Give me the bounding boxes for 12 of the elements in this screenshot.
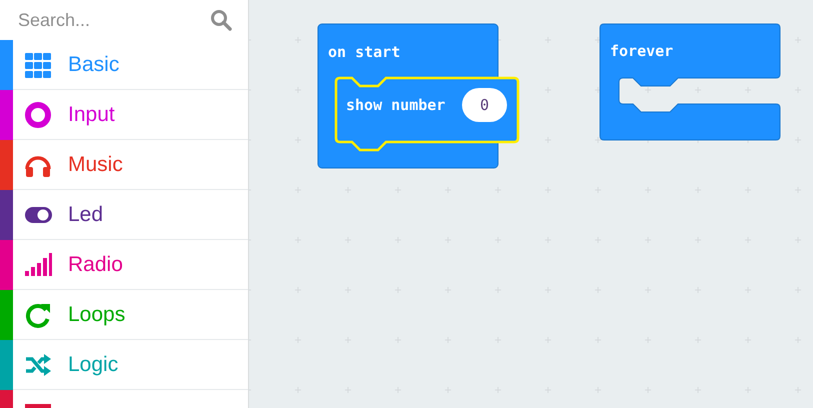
category-item[interactable]: Loops [0, 290, 248, 340]
block-label: forever [610, 42, 674, 60]
block-label: on start [328, 43, 400, 61]
category-item[interactable]: Logic [0, 340, 248, 390]
category-item[interactable]: Music [0, 140, 248, 190]
category-item[interactable]: Led [0, 190, 248, 240]
number-value: 0 [480, 96, 490, 114]
category-item[interactable]: Input [0, 90, 248, 140]
block-label: show number [346, 96, 446, 114]
category-item[interactable]: Radio [0, 240, 248, 290]
search-field[interactable]: Search... [18, 10, 204, 30]
category-item[interactable]: Basic [0, 40, 248, 90]
